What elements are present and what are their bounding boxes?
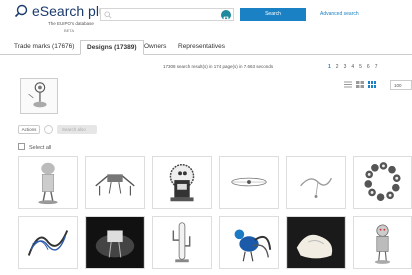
list-view-icon[interactable] xyxy=(344,81,352,88)
toggle-icon[interactable] xyxy=(44,125,53,134)
search-input[interactable] xyxy=(101,15,225,27)
results-per-page-select[interactable]: 100 xyxy=(390,80,412,90)
design-thumbnail[interactable] xyxy=(18,216,78,269)
design-thumbnail[interactable] xyxy=(152,156,212,209)
camera-icon[interactable] xyxy=(221,10,231,20)
design-thumbnail[interactable] xyxy=(18,156,78,209)
page-link[interactable]: 6 xyxy=(367,64,370,70)
page-link[interactable]: 5 xyxy=(359,64,362,70)
tab-designs[interactable]: Designs (17389) xyxy=(80,40,144,55)
tab-representatives[interactable]: Representatives xyxy=(172,40,231,54)
header: eSearch plus The EUIPO's database BETA S… xyxy=(0,0,412,38)
actions-button[interactable]: Actions xyxy=(18,125,40,134)
magnifier-icon xyxy=(104,11,112,19)
design-thumbnail[interactable] xyxy=(85,216,145,269)
advanced-search-link[interactable]: Advanced search xyxy=(320,11,359,17)
table-view-icon[interactable] xyxy=(356,81,364,88)
select-all-label: Select all xyxy=(29,145,52,151)
page-link[interactable]: 7 xyxy=(375,64,378,70)
page-link[interactable]: 2 xyxy=(336,64,339,70)
design-thumbnail[interactable] xyxy=(286,156,346,209)
design-thumbnail[interactable] xyxy=(219,216,279,269)
search-also-button[interactable]: Search also xyxy=(57,125,97,134)
logo-version: BETA xyxy=(64,28,75,33)
design-thumbnail[interactable] xyxy=(353,156,412,209)
checkbox-icon[interactable] xyxy=(18,143,25,150)
design-thumbnail[interactable] xyxy=(219,156,279,209)
esearch-logo[interactable]: eSearch plus The EUIPO's database BETA xyxy=(12,3,114,35)
search-button[interactable]: Search xyxy=(240,8,306,21)
select-all-checkbox[interactable]: Select all xyxy=(18,143,51,151)
design-thumbnail[interactable] xyxy=(152,216,212,269)
page-link[interactable]: 1 xyxy=(328,64,331,70)
page-link[interactable]: 4 xyxy=(351,64,354,70)
tab-owners[interactable]: Owners xyxy=(138,40,172,54)
results-summary: 17308 search result(s) in 174 page(s) in… xyxy=(163,64,274,69)
pagination: 1234567 xyxy=(328,64,382,70)
grid-view-icon[interactable] xyxy=(368,81,376,88)
selected-design-thumbnail[interactable] xyxy=(20,78,58,114)
search-icon xyxy=(14,4,28,18)
result-tabs: Trade marks (17676) Designs (17389) Owne… xyxy=(0,40,412,55)
design-thumbnail[interactable] xyxy=(85,156,145,209)
logo-subtitle: The EUIPO's database xyxy=(48,21,94,26)
tab-trade-marks[interactable]: Trade marks (17676) xyxy=(8,40,80,54)
view-mode-switch xyxy=(344,81,380,89)
design-thumbnail[interactable] xyxy=(353,216,412,269)
search-field[interactable] xyxy=(100,8,234,27)
page-link[interactable]: 3 xyxy=(344,64,347,70)
design-thumbnail[interactable] xyxy=(286,216,346,269)
